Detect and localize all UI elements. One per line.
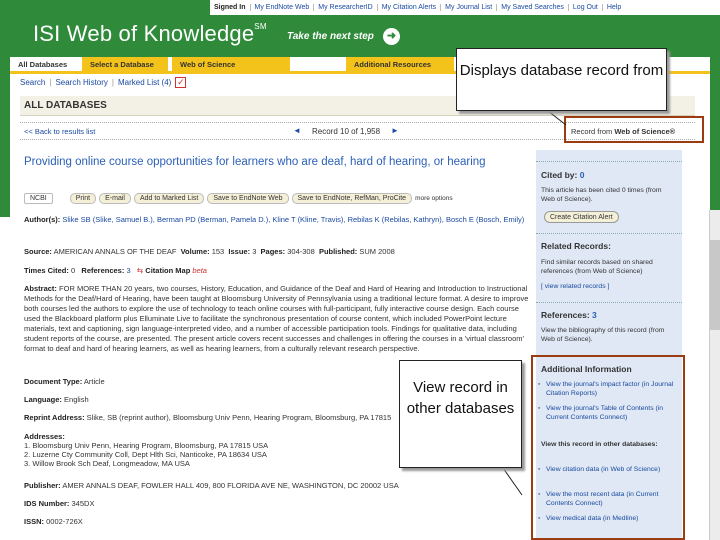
- callout-pointer-bottom: [502, 467, 523, 496]
- callout-pointer-top: [547, 110, 567, 126]
- callout-record-source: Displays database record from: [456, 48, 667, 111]
- callout-other-databases: View record in other databases: [399, 360, 522, 468]
